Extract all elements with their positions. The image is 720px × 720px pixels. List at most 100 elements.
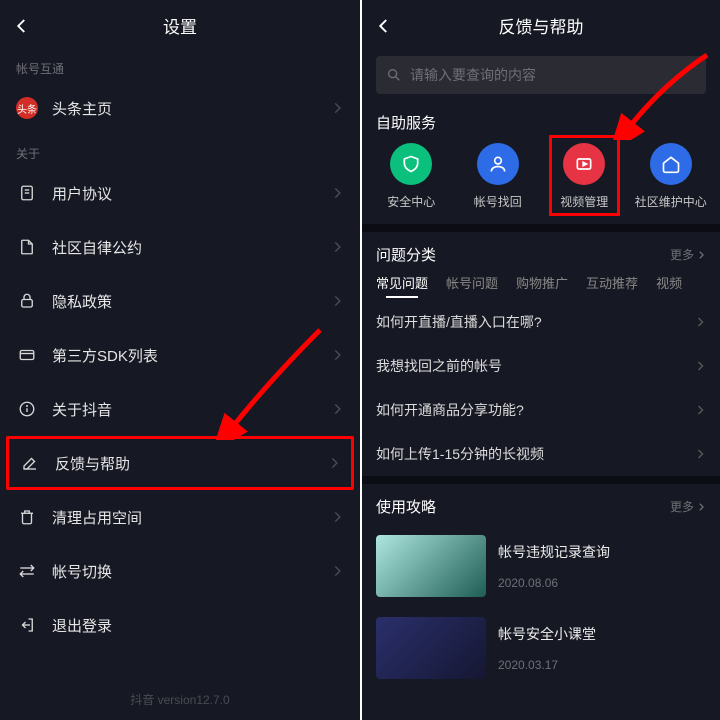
section-label-about: 关于 <box>0 135 360 166</box>
row-about-douyin[interactable]: 关于抖音 <box>0 382 360 436</box>
logout-icon <box>16 616 38 634</box>
category-title: 问题分类 <box>376 244 436 265</box>
more-link[interactable]: 更多 <box>670 246 706 263</box>
service-grid: 安全中心 帐号找回 视频管理 社区维护中心 <box>362 143 720 224</box>
section-label-account: 帐号互通 <box>0 50 360 81</box>
question-text: 如何开直播/直播入口在哪? <box>376 312 542 332</box>
chevron-right-icon <box>330 348 344 362</box>
chevron-right-icon <box>330 402 344 416</box>
guide-title: 使用攻略 <box>376 496 436 517</box>
row-label: 用户协议 <box>52 183 330 204</box>
guide-thumbnail <box>376 535 486 597</box>
chevron-right-icon <box>694 404 706 416</box>
info-icon <box>16 400 38 418</box>
toutiao-icon: 头条 <box>16 97 38 119</box>
guide-thumbnail <box>376 617 486 679</box>
service-security[interactable]: 安全中心 <box>368 143 455 210</box>
highlight-box <box>549 135 620 216</box>
chevron-right-icon <box>330 294 344 308</box>
tab-video[interactable]: 视频 <box>656 273 682 292</box>
version-text: 抖音 version12.7.0 <box>0 691 360 708</box>
row-label: 第三方SDK列表 <box>52 345 330 366</box>
divider <box>362 224 720 232</box>
row-label: 帐号切换 <box>52 561 330 582</box>
guide-item-date: 2020.08.06 <box>498 576 610 590</box>
settings-panel: 设置 帐号互通 头条 头条主页 关于 用户协议 社区自律公约 隐私政策 第三方S… <box>0 0 360 720</box>
service-video[interactable]: 视频管理 <box>541 143 628 210</box>
chevron-right-icon <box>327 456 341 470</box>
category-header: 问题分类 更多 <box>362 232 720 273</box>
tab-interact[interactable]: 互动推荐 <box>586 273 638 292</box>
header: 反馈与帮助 <box>362 0 720 50</box>
row-label: 关于抖音 <box>52 399 330 420</box>
row-label: 反馈与帮助 <box>55 453 327 474</box>
row-label: 退出登录 <box>52 615 344 636</box>
feedback-panel: 反馈与帮助 请输入要查询的内容 自助服务 安全中心 帐号找回 视频管理 社区维护… <box>360 0 720 720</box>
tab-account[interactable]: 帐号问题 <box>446 273 498 292</box>
question-text: 如何开通商品分享功能? <box>376 400 524 420</box>
edit-icon <box>19 454 41 472</box>
question-row[interactable]: 如何开直播/直播入口在哪? <box>362 300 720 344</box>
lock-icon <box>16 292 38 310</box>
chevron-right-icon <box>694 316 706 328</box>
service-label: 帐号找回 <box>474 193 522 210</box>
header: 设置 <box>0 0 360 50</box>
row-clear-cache[interactable]: 清理占用空间 <box>0 490 360 544</box>
search-icon <box>386 67 402 83</box>
guide-header: 使用攻略 更多 <box>362 484 720 525</box>
row-label: 清理占用空间 <box>52 507 330 528</box>
question-row[interactable]: 如何上传1-15分钟的长视频 <box>362 432 720 476</box>
guide-item-date: 2020.03.17 <box>498 658 596 672</box>
person-icon <box>477 143 519 185</box>
shield-icon <box>390 143 432 185</box>
chevron-right-icon <box>330 240 344 254</box>
row-feedback-help[interactable]: 反馈与帮助 <box>6 436 354 490</box>
guide-item[interactable]: 帐号安全小课堂 2020.03.17 <box>362 607 720 689</box>
row-switch-account[interactable]: 帐号切换 <box>0 544 360 598</box>
question-text: 如何上传1-15分钟的长视频 <box>376 444 544 464</box>
self-service-title: 自助服务 <box>362 106 720 143</box>
row-label: 隐私政策 <box>52 291 330 312</box>
chevron-right-icon <box>694 360 706 372</box>
question-row[interactable]: 我想找回之前的帐号 <box>362 344 720 388</box>
row-community[interactable]: 社区自律公约 <box>0 220 360 274</box>
row-privacy[interactable]: 隐私政策 <box>0 274 360 328</box>
page-title: 设置 <box>163 13 197 38</box>
service-recover[interactable]: 帐号找回 <box>455 143 542 210</box>
question-text: 我想找回之前的帐号 <box>376 356 502 376</box>
switch-icon <box>16 562 38 580</box>
row-toutiao[interactable]: 头条 头条主页 <box>0 81 360 135</box>
home-icon <box>650 143 692 185</box>
search-placeholder: 请输入要查询的内容 <box>410 65 536 85</box>
chevron-right-icon <box>330 186 344 200</box>
guide-item-title: 帐号违规记录查询 <box>498 542 610 562</box>
tab-common[interactable]: 常见问题 <box>376 273 428 292</box>
service-community[interactable]: 社区维护中心 <box>628 143 715 210</box>
row-logout[interactable]: 退出登录 <box>0 598 360 652</box>
row-label: 头条主页 <box>52 98 330 119</box>
file-icon <box>16 238 38 256</box>
chevron-right-icon <box>694 448 706 460</box>
chevron-right-icon <box>330 101 344 115</box>
card-icon <box>16 346 38 364</box>
row-sdk[interactable]: 第三方SDK列表 <box>0 328 360 382</box>
category-tabs: 常见问题 帐号问题 购物推广 互动推荐 视频 <box>362 273 720 300</box>
row-label: 社区自律公约 <box>52 237 330 258</box>
back-icon[interactable] <box>10 14 34 38</box>
guide-item-title: 帐号安全小课堂 <box>498 624 596 644</box>
question-row[interactable]: 如何开通商品分享功能? <box>362 388 720 432</box>
service-label: 社区维护中心 <box>635 193 707 210</box>
document-icon <box>16 184 38 202</box>
back-icon[interactable] <box>372 14 396 38</box>
trash-icon <box>16 508 38 526</box>
divider <box>362 476 720 484</box>
tab-shopping[interactable]: 购物推广 <box>516 273 568 292</box>
chevron-right-icon <box>330 510 344 524</box>
guide-item[interactable]: 帐号违规记录查询 2020.08.06 <box>362 525 720 607</box>
service-label: 安全中心 <box>387 193 435 210</box>
row-user-agreement[interactable]: 用户协议 <box>0 166 360 220</box>
more-link[interactable]: 更多 <box>670 498 706 515</box>
search-input[interactable]: 请输入要查询的内容 <box>376 56 706 94</box>
chevron-right-icon <box>330 564 344 578</box>
page-title: 反馈与帮助 <box>499 13 584 38</box>
